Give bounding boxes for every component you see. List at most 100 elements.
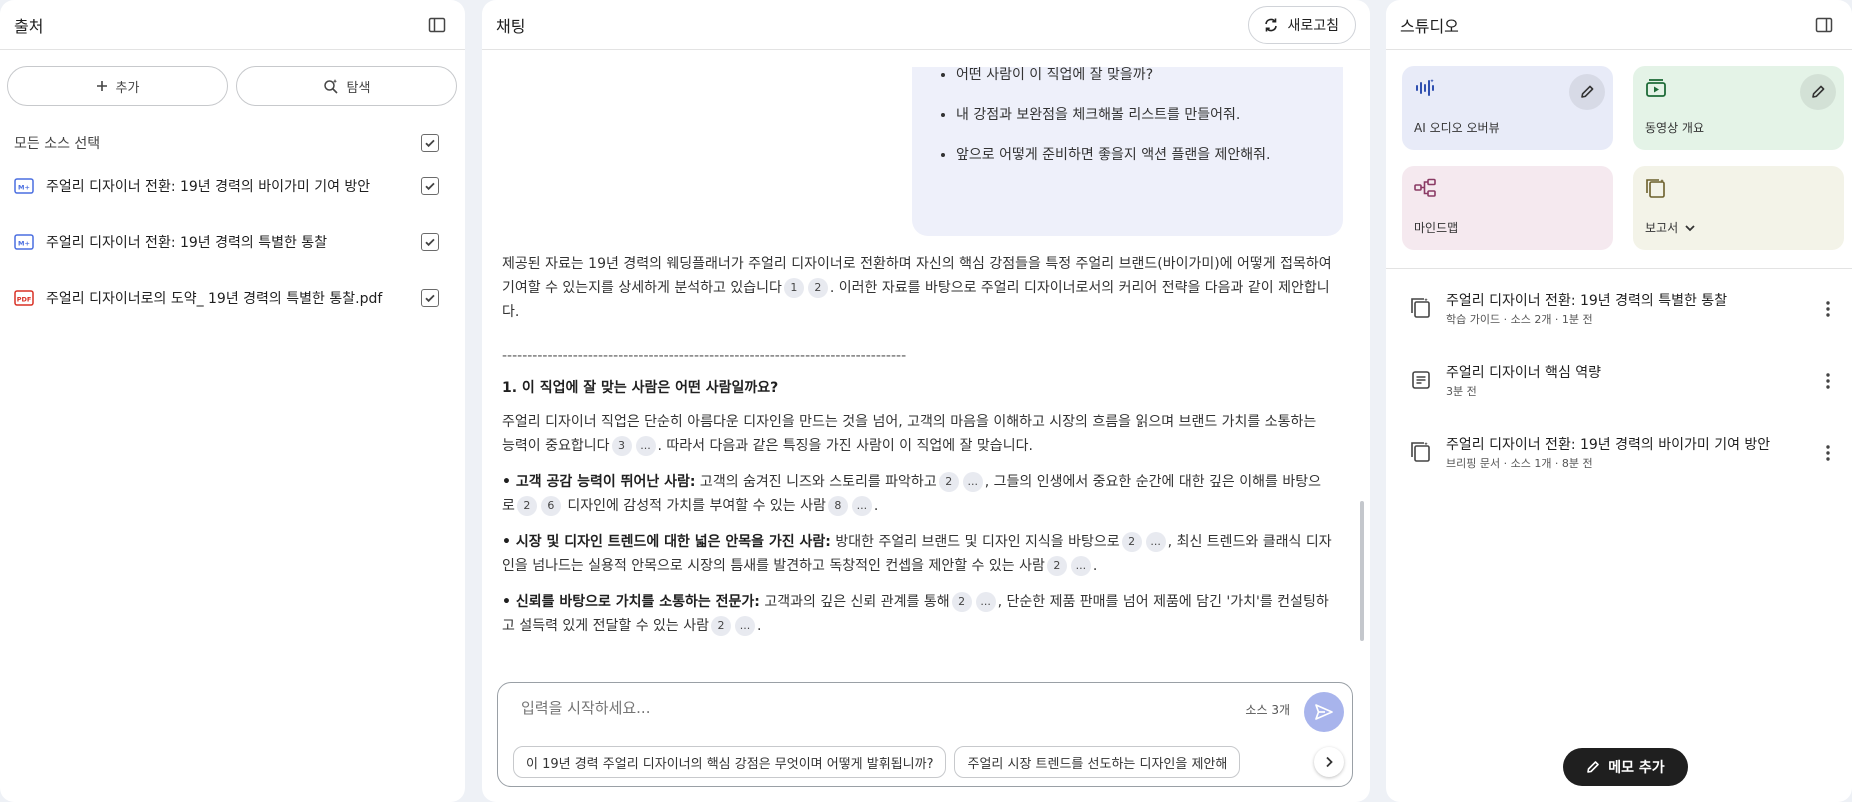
answer-text: . — [1092, 558, 1098, 574]
note-text: 주얼리 디자이너 핵심 역량 3분 전 — [1446, 363, 1816, 401]
bullet-list: • 고객 공감 능력이 뛰어난 사람: 고객의 숨겨진 니즈와 스토리를 파악하… — [502, 470, 1332, 638]
studio-cards: AI 오디오 오버뷰 동영상 개요마인드맵 보고서 — [1386, 50, 1852, 250]
note-title: 주얼리 디자이너 전환: 19년 경력의 바이가미 기여 방안 — [1446, 437, 1771, 453]
assistant-answer: 제공된 자료는 19년 경력의 웨딩플래너가 주얼리 디자이너로 전환하며 자신… — [502, 252, 1332, 650]
citation-chip[interactable]: 6 — [540, 496, 561, 516]
svg-text:M+: M+ — [18, 184, 30, 192]
citation-chip[interactable]: ... — [635, 436, 656, 456]
citation-chip[interactable]: 8 — [827, 496, 848, 516]
answer-bullet: • 신뢰를 바탕으로 가치를 소통하는 전문가: 고객과의 깊은 신뢰 관계를 … — [502, 590, 1332, 638]
next-suggestions-button[interactable] — [1314, 747, 1344, 777]
chat-header: 채팅 새로고침 — [482, 0, 1370, 50]
studio-header: 스튜디오 — [1386, 0, 1852, 50]
note-icon — [1410, 369, 1432, 391]
report-icon — [1645, 178, 1667, 198]
citation-chip[interactable]: 2 — [1046, 556, 1067, 576]
chat-panel: 채팅 새로고침 어떤 사람이 이 직업에 잘 맞을까? 내 강점과 보완점을 체크… — [482, 0, 1370, 802]
edit-icon[interactable] — [1800, 74, 1836, 110]
more-vert-icon[interactable] — [1816, 291, 1840, 327]
chat-scrollbar[interactable] — [1360, 501, 1364, 641]
text-file-icon: M+ — [14, 233, 34, 251]
citation-chip[interactable]: ... — [962, 472, 983, 492]
answer-text: 고객의 숨겨진 니즈와 스토리를 파악하고 — [695, 474, 937, 490]
select-all-checkbox[interactable] — [421, 134, 439, 152]
studio-card[interactable]: AI 오디오 오버뷰 — [1402, 66, 1613, 150]
note-item[interactable]: 주얼리 디자이너 전환: 19년 경력의 특별한 통찰 학습 가이드 · 소스 2… — [1386, 277, 1852, 349]
add-source-label: 추가 — [115, 80, 140, 96]
refresh-button[interactable]: 새로고침 — [1248, 5, 1356, 44]
plus-icon — [96, 80, 108, 92]
chat-input[interactable] — [521, 699, 1201, 717]
edit-icon[interactable] — [1569, 74, 1605, 110]
citation-chip[interactable]: ... — [1145, 532, 1166, 552]
sources-title: 출처 — [14, 16, 44, 36]
user-message-item: 앞으로 어떻게 준비하면 좋을지 액션 플랜을 제안해줘. — [956, 147, 1319, 163]
search-spark-icon — [323, 78, 339, 94]
answer-bullet: • 고객 공감 능력이 뛰어난 사람: 고객의 숨겨진 니즈와 스토리를 파악하… — [502, 470, 1332, 518]
sources-panel: 출처 추가 탐색 모든 소스 선택 M+ 주얼리 디자이너 전환: 19년 경력의… — [0, 0, 465, 802]
more-vert-icon[interactable] — [1816, 435, 1840, 471]
user-message-item: 내 강점과 보완점을 체크해볼 리스트를 만들어줘. — [956, 107, 1319, 123]
svg-text:PDF: PDF — [17, 296, 32, 304]
citation-chip[interactable]: 2 — [516, 496, 537, 516]
answer-text: . — [873, 498, 879, 514]
source-item[interactable]: M+ 주얼리 디자이너 전환: 19년 경력의 특별한 통찰 — [0, 214, 465, 270]
note-item[interactable]: 주얼리 디자이너 전환: 19년 경력의 바이가미 기여 방안 브리핑 문서 · … — [1386, 421, 1852, 493]
answer-bullet: • 시장 및 디자인 트렌드에 대한 넓은 안목을 가진 사람: 방대한 주얼리… — [502, 530, 1332, 578]
studio-card-label-text: 보고서 — [1645, 221, 1679, 235]
citation-chip[interactable]: ... — [851, 496, 872, 516]
citation-chip[interactable]: 3 — [611, 436, 632, 456]
collapse-panel-icon[interactable] — [1810, 11, 1838, 39]
studio-card-label: 동영상 개요 — [1645, 119, 1704, 136]
citation-chip[interactable]: 2 — [807, 278, 828, 298]
chat-composer: 소스 3개 이 19년 경력 주얼리 디자이너의 핵심 강점은 무엇이며 어떻게… — [497, 682, 1353, 787]
citation-chip[interactable]: 2 — [1121, 532, 1142, 552]
svg-text:M+: M+ — [18, 240, 30, 248]
source-item-name: 주얼리 디자이너 전환: 19년 경력의 특별한 통찰 — [46, 235, 328, 251]
send-button[interactable] — [1304, 692, 1344, 732]
studio-card-label-text: AI 오디오 오버뷰 — [1414, 121, 1500, 135]
studio-card[interactable]: 보고서 — [1633, 166, 1844, 250]
chevron-down-icon[interactable] — [1684, 222, 1696, 234]
more-vert-icon[interactable] — [1816, 363, 1840, 399]
source-item[interactable]: M+ 주얼리 디자이너 전환: 19년 경력의 바이가미 기여 방안 — [0, 158, 465, 214]
answer-text: 방대한 주얼리 브랜드 및 디자인 지식을 바탕으로 — [830, 534, 1120, 550]
citation-chip[interactable]: 2 — [951, 592, 972, 612]
studio-card[interactable]: 마인드맵 — [1402, 166, 1613, 250]
notes-list: 주얼리 디자이너 전환: 19년 경력의 특별한 통찰 학습 가이드 · 소스 2… — [1386, 277, 1852, 493]
citation-chip[interactable]: 2 — [711, 616, 732, 636]
citation-chip[interactable]: ... — [975, 592, 996, 612]
citation-chip[interactable]: ... — [1070, 556, 1091, 576]
suggestion-chip[interactable]: 이 19년 경력 주얼리 디자이너의 핵심 강점은 무엇이며 어떻게 발휘됩니까… — [513, 746, 947, 778]
pdf-file-icon: PDF — [14, 289, 34, 307]
citation-chip[interactable]: ... — [735, 616, 756, 636]
source-item-name: 주얼리 디자이너로의 도약_ 19년 경력의 특별한 통찰.pdf — [46, 291, 383, 307]
source-checkbox[interactable] — [421, 289, 439, 307]
collapse-panel-icon[interactable] — [423, 11, 451, 39]
note-title: 주얼리 디자이너 전환: 19년 경력의 특별한 통찰 — [1446, 293, 1728, 309]
citation-chip[interactable]: 1 — [783, 278, 804, 298]
refresh-label: 새로고침 — [1287, 17, 1339, 34]
answer-divider: ----------------------------------------… — [502, 348, 907, 364]
source-item[interactable]: PDF 주얼리 디자이너로의 도약_ 19년 경력의 특별한 통찰.pdf — [0, 270, 465, 326]
mindmap-icon — [1414, 178, 1436, 198]
studio-card-label: AI 오디오 오버뷰 — [1414, 119, 1500, 136]
studio-panel: 스튜디오 AI 오디오 오버뷰 동영상 개요마인드맵 보고서 주얼리 디자이너 전환… — [1386, 0, 1852, 802]
user-message: 어떤 사람이 이 직업에 잘 맞을까? 내 강점과 보완점을 체크해볼 리스트를 … — [912, 67, 1343, 236]
citation-chip[interactable]: 2 — [938, 472, 959, 492]
source-checkbox[interactable] — [421, 177, 439, 195]
suggestion-chips: 이 19년 경력 주얼리 디자이너의 핵심 강점은 무엇이며 어떻게 발휘됩니까… — [513, 746, 1308, 778]
select-all-row: 모든 소스 선택 — [0, 128, 465, 158]
select-all-label: 모든 소스 선택 — [14, 136, 101, 152]
add-source-button[interactable]: 추가 — [7, 66, 228, 106]
studio-card[interactable]: 동영상 개요 — [1633, 66, 1844, 150]
source-checkbox[interactable] — [421, 233, 439, 251]
answer-text: . 따라서 다음과 같은 특징을 가진 사람이 이 직업에 잘 맞습니다. — [657, 438, 1033, 454]
suggestion-chip[interactable]: 주얼리 시장 트렌드를 선도하는 디자인을 제안해 — [954, 746, 1241, 778]
chat-title: 채팅 — [496, 16, 526, 36]
bullet-title: • 신뢰를 바탕으로 가치를 소통하는 전문가: — [502, 594, 760, 610]
studio-card-label-text: 마인드맵 — [1414, 221, 1459, 235]
note-item[interactable]: 주얼리 디자이너 핵심 역량 3분 전 — [1386, 349, 1852, 421]
explore-button[interactable]: 탐색 — [236, 66, 457, 106]
add-memo-button[interactable]: 메모 추가 — [1563, 748, 1688, 786]
